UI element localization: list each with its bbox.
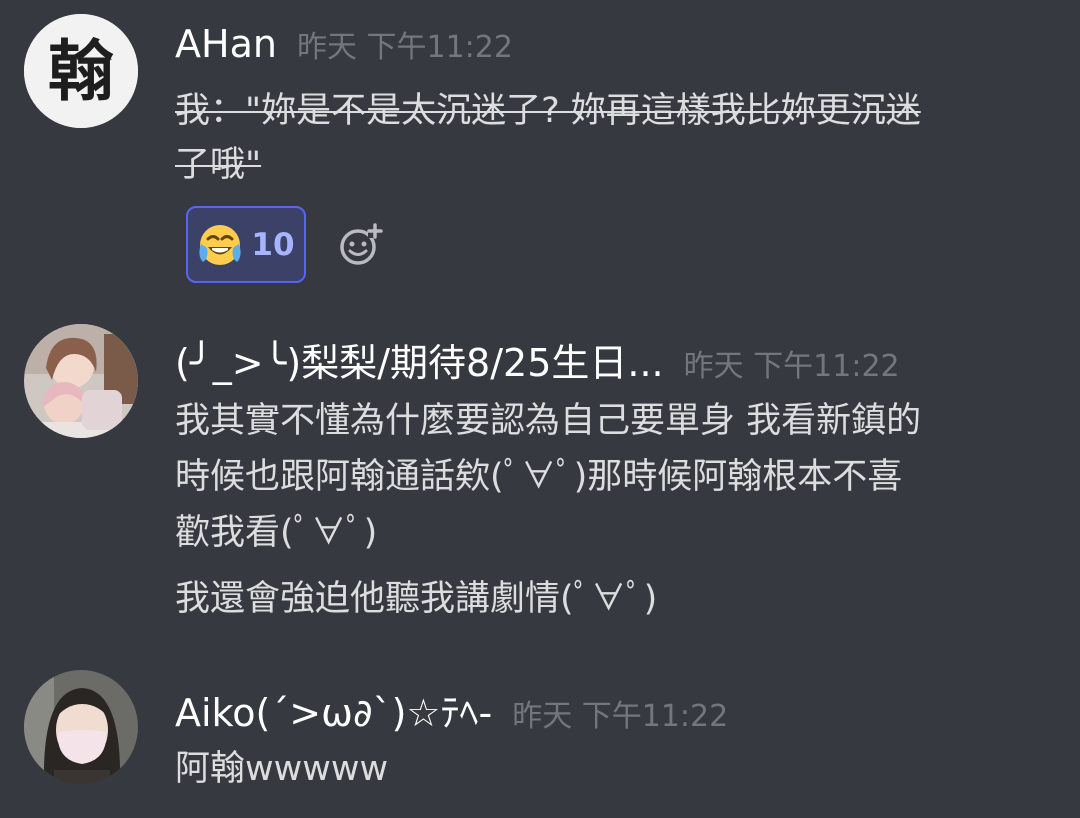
message-text-line: 我："妳是不是太沉迷了? 妳再這樣我比妳更沉迷 (175, 91, 921, 131)
message-header: (╯_>╰)梨梨/期待8/25生日... 昨天 下午11:22 (175, 332, 900, 387)
message-text-line: 阿翰wwwww (175, 749, 389, 789)
message-text-line: 我還會強迫他聽我講劇情(ﾟ∀ﾟ) (175, 579, 658, 619)
timestamp: 昨天 下午11:22 (683, 349, 900, 384)
avatar-image: 翰 (24, 14, 138, 128)
reaction-count: 10 (251, 226, 295, 263)
timestamp: 昨天 下午11:22 (512, 699, 729, 734)
timestamp: 昨天 下午11:22 (296, 30, 513, 65)
avatar-image (24, 670, 138, 784)
message-header: AHan 昨天 下午11:22 (175, 22, 513, 66)
message-group: Aiko(´>ω∂`)☆ﾃﾍ- 昨天 下午11:22 阿翰wwwww (0, 660, 1080, 818)
add-reaction-icon[interactable] (338, 222, 384, 268)
message-group: (╯_>╰)梨梨/期待8/25生日... 昨天 下午11:22 我其實不懂為什麼… (0, 300, 1080, 640)
avatar[interactable] (24, 324, 138, 438)
message-text-line: 時候也跟阿翰通話欸(ﾟ∀ﾟ)那時候阿翰根本不喜 (175, 457, 903, 497)
message-text-line: 了哦" (175, 145, 262, 185)
avatar-glyph: 翰 (48, 32, 114, 110)
message-text-line: 歡我看(ﾟ∀ﾟ) (175, 513, 378, 553)
chat-message-list: 翰 AHan 昨天 下午11:22 我："妳是不是太沉迷了? 妳再這樣我比妳更沉… (0, 0, 1080, 818)
message-text-line: 我其實不懂為什麼要認為自己要單身 我看新鎮的 (175, 401, 922, 441)
avatar[interactable] (24, 670, 138, 784)
avatar-image (24, 324, 138, 438)
message-group: 翰 AHan 昨天 下午11:22 我："妳是不是太沉迷了? 妳再這樣我比妳更沉… (0, 0, 1080, 300)
reaction-button[interactable]: 10 (186, 206, 306, 283)
joy-emoji-icon (199, 224, 242, 265)
message-header: Aiko(´>ω∂`)☆ﾃﾍ- 昨天 下午11:22 (175, 682, 728, 737)
avatar[interactable]: 翰 (24, 14, 138, 128)
author-name[interactable]: AHan (175, 22, 277, 66)
author-name[interactable]: (╯_>╰)梨梨/期待8/25生日... (175, 332, 664, 387)
author-name[interactable]: Aiko(´>ω∂`)☆ﾃﾍ- (175, 682, 492, 737)
